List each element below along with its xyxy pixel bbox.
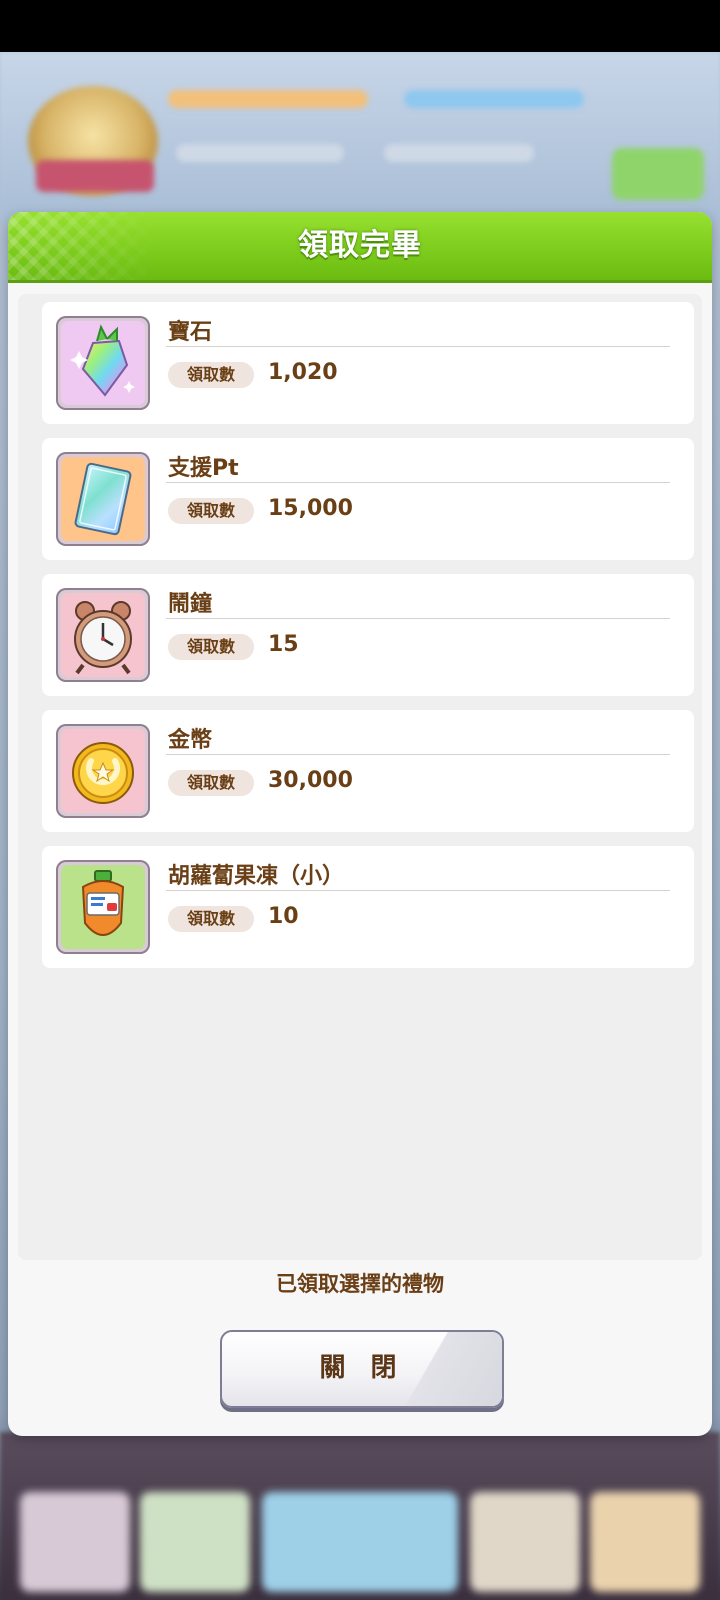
item-name: 寶石 xyxy=(168,320,213,345)
background-bar xyxy=(176,144,344,162)
qty-label-badge: 領取數 xyxy=(168,634,254,660)
qty-value: 1,020 xyxy=(268,360,338,385)
support-pt-card-icon xyxy=(61,457,145,541)
qty-value: 15,000 xyxy=(268,496,353,521)
item-divider xyxy=(166,890,670,891)
qty-label-badge: 領取數 xyxy=(168,362,254,388)
alarm-clock-icon xyxy=(61,593,145,677)
qty-label-badge: 領取數 xyxy=(168,498,254,524)
dialog-header: 領取完畢 xyxy=(8,212,712,283)
list-item-carrot-jelly: 胡蘿蔔果凍（小） 領取數 10 xyxy=(42,846,694,968)
list-item-alarm-clock: 鬧鐘 領取數 15 xyxy=(42,574,694,696)
background-bar xyxy=(168,90,368,108)
rainbow-gem-icon xyxy=(61,321,145,405)
background-tab xyxy=(590,1492,700,1592)
background-tab xyxy=(140,1492,250,1592)
list-item-gold-coin: 金幣 領取數 30,000 xyxy=(42,710,694,832)
list-item-support-pt: 支援Pt 領取數 15,000 xyxy=(42,438,694,560)
item-name: 鬧鐘 xyxy=(168,592,213,617)
list-item-gem: 寶石 領取數 1,020 xyxy=(42,302,694,424)
item-name: 支援Pt xyxy=(168,456,239,481)
background-logo-ribbon xyxy=(36,160,154,192)
qty-label-badge: 領取數 xyxy=(168,770,254,796)
close-button[interactable]: 關 閉 xyxy=(220,1330,504,1408)
gold-coin-icon xyxy=(61,729,145,813)
reward-list[interactable]: 寶石 領取數 1,020 支援Pt 領取數 15,000 鬧鐘 領取數 15 金… xyxy=(18,294,702,1260)
footer-message: 已領取選擇的禮物 xyxy=(276,1272,444,1296)
item-icon-frame xyxy=(56,452,150,546)
item-icon-frame xyxy=(56,588,150,682)
qty-value: 15 xyxy=(268,632,299,657)
item-divider xyxy=(166,346,670,347)
background-bar xyxy=(404,90,584,108)
background-bar xyxy=(384,144,534,162)
background-tab xyxy=(262,1492,458,1592)
background-tab xyxy=(20,1492,130,1592)
item-icon-frame xyxy=(56,316,150,410)
dialog-title: 領取完畢 xyxy=(298,228,422,263)
item-divider xyxy=(166,482,670,483)
status-bar xyxy=(0,0,720,52)
item-divider xyxy=(166,618,670,619)
close-button-label: 關 閉 xyxy=(319,1353,405,1383)
item-icon-frame xyxy=(56,724,150,818)
reward-received-dialog: 領取完畢 寶石 領取數 1,020 支援Pt 領取數 15,000 鬧鐘 領取數… xyxy=(8,212,712,1436)
item-icon-frame xyxy=(56,860,150,954)
qty-value: 30,000 xyxy=(268,768,353,793)
carrot-jelly-icon xyxy=(61,865,145,949)
background-tab xyxy=(470,1492,580,1592)
item-name: 金幣 xyxy=(168,728,213,753)
background-green-button xyxy=(612,148,704,200)
item-name: 胡蘿蔔果凍（小） xyxy=(168,864,345,889)
qty-label-badge: 領取數 xyxy=(168,906,254,932)
item-divider xyxy=(166,754,670,755)
qty-value: 10 xyxy=(268,904,299,929)
